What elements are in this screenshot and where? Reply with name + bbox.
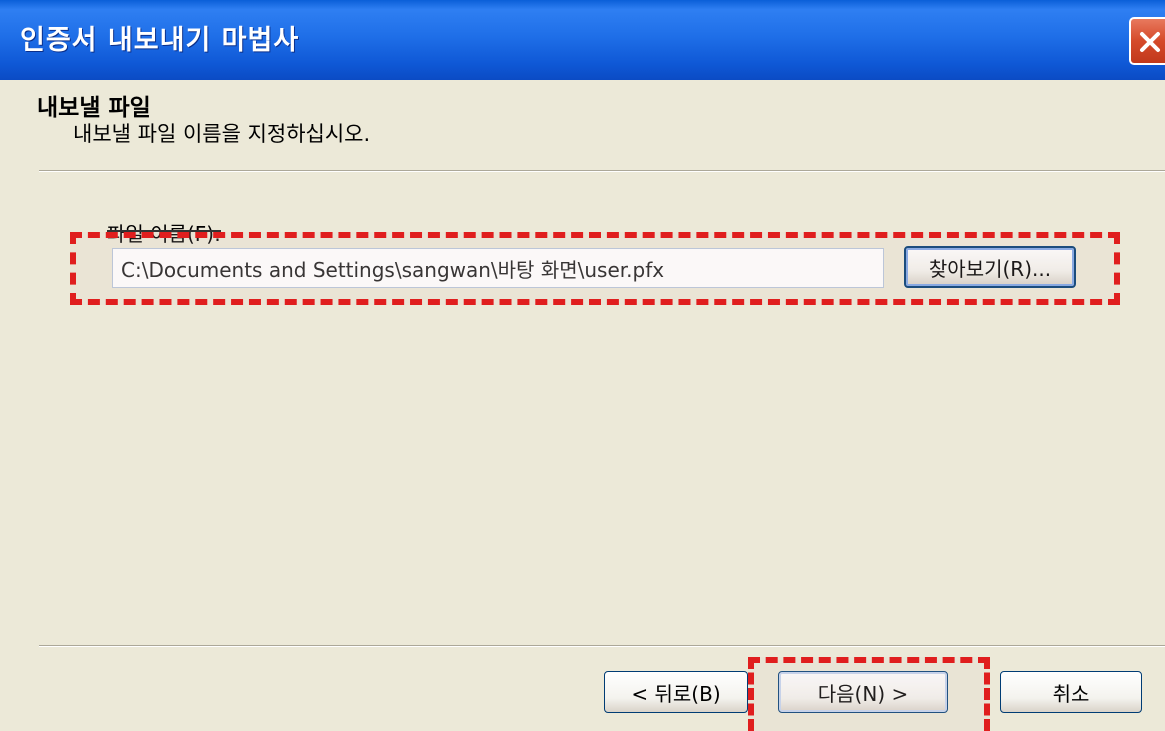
file-name-input[interactable] (112, 248, 884, 288)
header-divider (39, 170, 1165, 172)
close-icon (1140, 32, 1160, 52)
footer-divider (39, 645, 1165, 647)
file-name-label-text: 파일 이름(F): (107, 222, 221, 246)
page-title: 내보낼 파일 (37, 95, 151, 121)
page-subtitle: 내보낼 파일 이름을 지정하십시오. (73, 122, 371, 146)
cancel-button[interactable]: 취소 (1000, 671, 1142, 713)
file-name-label: 파일 이름(F): (107, 218, 221, 247)
label-strikethrough (107, 230, 221, 232)
window-title: 인증서 내보내기 마법사 (20, 25, 300, 56)
next-button[interactable]: 다음(N) > (778, 671, 948, 713)
close-button[interactable] (1129, 17, 1165, 65)
back-button[interactable]: < 뒤로(B) (604, 671, 748, 713)
browse-button[interactable]: 찾아보기(R)... (904, 246, 1076, 288)
title-bar: 인증서 내보내기 마법사 (0, 0, 1165, 80)
